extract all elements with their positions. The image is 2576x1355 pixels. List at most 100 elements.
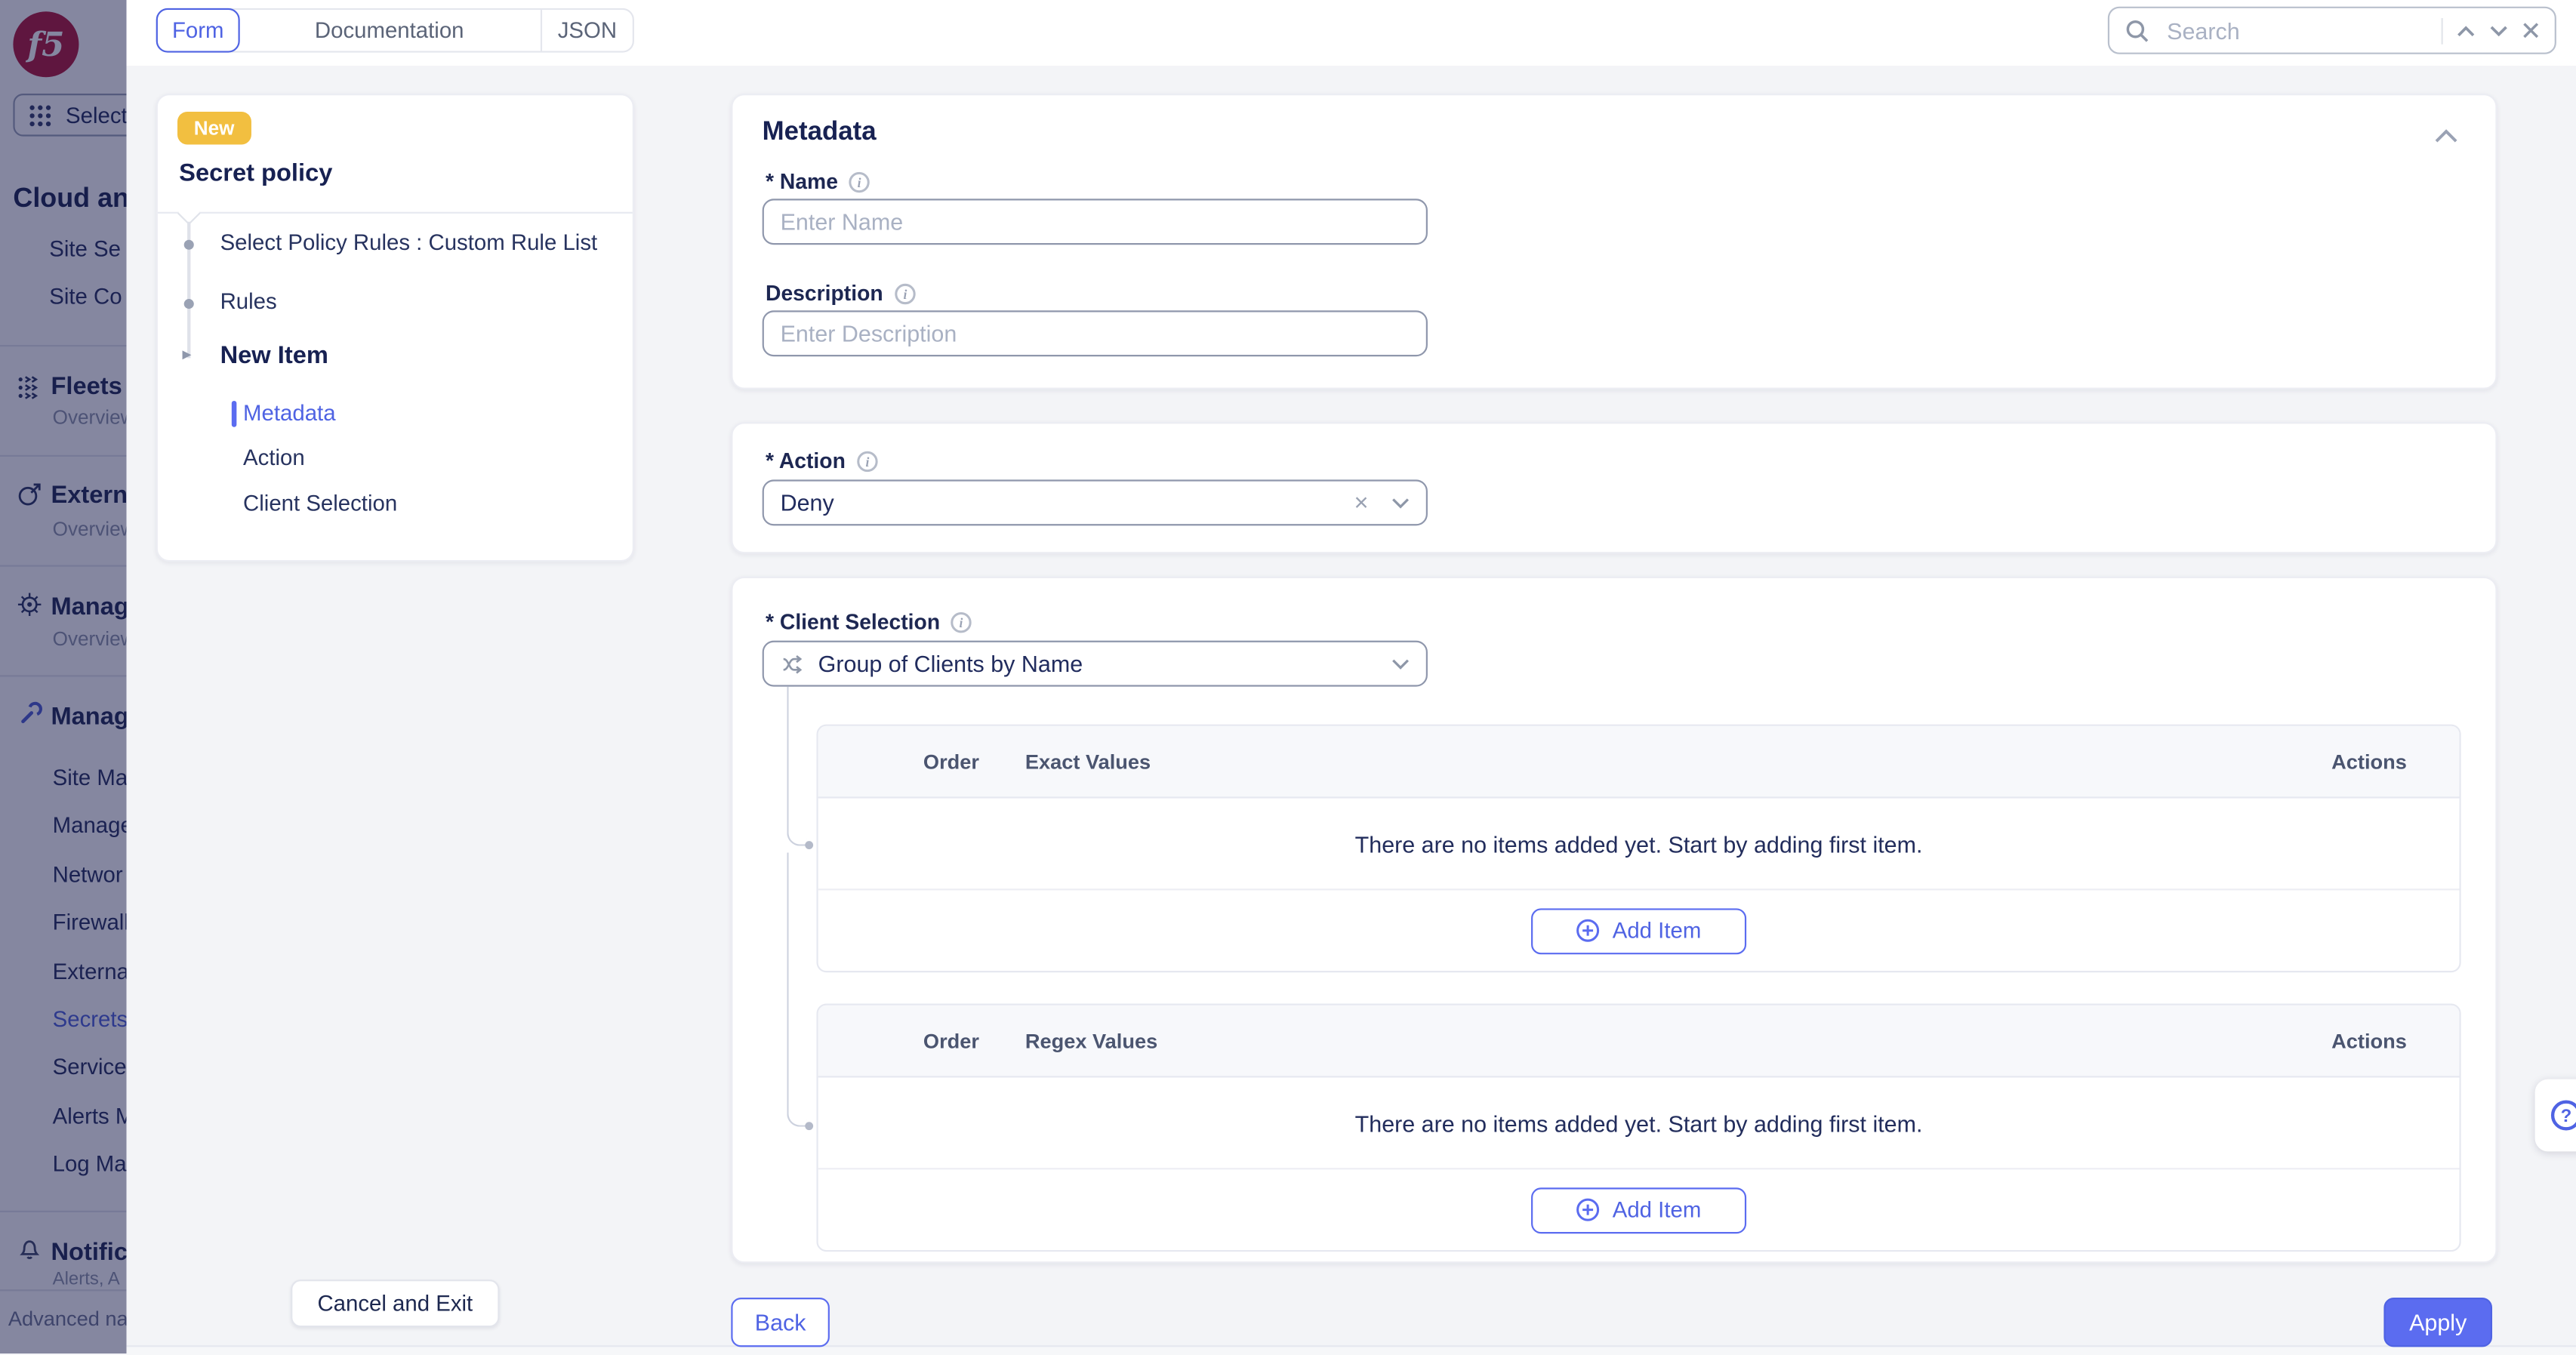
column-order: Order: [923, 1029, 1025, 1052]
client-selection-field-label: * Client Selection i: [766, 609, 973, 634]
action-field-label: * Action i: [766, 448, 878, 473]
branch-icon: [781, 651, 806, 676]
search-divider: [2442, 17, 2443, 44]
tab-json[interactable]: JSON: [541, 10, 633, 51]
sidebar-divider: [0, 1211, 127, 1212]
regex-values-table-header: Order Regex Values Actions: [818, 1005, 2460, 1078]
search-icon: [2125, 17, 2151, 44]
collapse-section-icon[interactable]: [2433, 123, 2460, 152]
wizard-title: Secret policy: [179, 159, 332, 187]
wizard-step-new-item[interactable]: New Item: [220, 342, 328, 370]
clear-selection-icon[interactable]: ×: [1354, 491, 1369, 516]
tab-documentation[interactable]: Documentation: [239, 10, 541, 51]
wizard-divider: [158, 212, 633, 214]
current-step-arrow-icon: ▸: [183, 343, 192, 365]
sidebar-item-log-management[interactable]: Log Ma: [53, 1150, 127, 1179]
description-input[interactable]: [763, 310, 1428, 356]
regex-values-table-footer: Add Item: [818, 1169, 2460, 1250]
metadata-section-title: Metadata: [763, 119, 877, 148]
wizard-panel: New Secret policy Select Policy Rules : …: [156, 94, 634, 562]
f5-logo-text: f5: [27, 25, 64, 64]
tab-form[interactable]: Form: [156, 8, 240, 53]
wizard-step-select-policy-rules[interactable]: Select Policy Rules : Custom Rule List: [220, 230, 598, 255]
nested-connector: [787, 687, 806, 846]
chevron-down-icon[interactable]: [1391, 497, 1410, 508]
add-item-label: Add Item: [1613, 1197, 1702, 1222]
advanced-nav-label[interactable]: Advanced nav: [8, 1307, 127, 1330]
action-select-value: Deny: [781, 489, 1342, 516]
sidebar-item-networking[interactable]: Networ: [53, 861, 123, 890]
search-prev-icon[interactable]: [2456, 24, 2476, 37]
wizard-substep-metadata[interactable]: Metadata: [243, 401, 336, 426]
regex-values-table: Order Regex Values Actions There are no …: [816, 1004, 2460, 1252]
search-next-icon[interactable]: [2489, 24, 2509, 37]
sidebar-group-external[interactable]: Extern: [51, 482, 126, 511]
regex-values-empty-message: There are no items added yet. Start by a…: [818, 1077, 2460, 1169]
name-label-text: * Name: [766, 169, 838, 194]
nested-connector: [787, 852, 806, 1126]
select-service-label: Select s: [66, 103, 127, 128]
name-field-label: * Name i: [766, 169, 870, 194]
sidebar-group-notifications[interactable]: Notific: [51, 1239, 126, 1268]
step-dot: [183, 299, 193, 309]
client-selection-select[interactable]: Group of Clients by Name: [763, 641, 1428, 687]
add-item-button[interactable]: Add Item: [1531, 1187, 1746, 1233]
info-icon[interactable]: i: [855, 449, 878, 472]
connector-dot: [805, 1121, 813, 1129]
sidebar-item-service[interactable]: Service: [53, 1053, 127, 1082]
client-selection-label-text: * Client Selection: [766, 609, 940, 634]
info-icon[interactable]: i: [950, 610, 972, 633]
client-selection-select-value: Group of Clients by Name: [818, 651, 1379, 677]
top-bar: Form Documentation JSON: [127, 0, 2576, 66]
search-close-icon[interactable]: [2522, 21, 2540, 39]
svg-text:i: i: [865, 454, 869, 469]
exact-values-table: Order Exact Values Actions There are no …: [816, 725, 2460, 973]
name-input[interactable]: [763, 199, 1428, 245]
select-service-button[interactable]: Select s: [13, 94, 126, 137]
sidebar-items: Site Se Site Co Fleets Overview: [0, 240, 127, 1353]
sidebar-item-manage[interactable]: Manage: [53, 811, 127, 841]
wizard-step-rules[interactable]: Rules: [220, 289, 277, 314]
metadata-section: Metadata * Name i Description i: [731, 94, 2497, 390]
back-button[interactable]: Back: [731, 1298, 830, 1347]
helm-icon: [17, 591, 43, 617]
sidebar-item-site-connectivity[interactable]: Site Co: [49, 282, 122, 312]
sidebar-item-external[interactable]: Externa: [53, 958, 127, 987]
screen: f5 Select s Cloud an Site Se Site Co: [0, 0, 2576, 1353]
sidebar-group-external-overview[interactable]: Overview: [53, 517, 127, 542]
f5-logo[interactable]: f5: [13, 11, 79, 77]
view-mode-tabs: Form Documentation JSON: [156, 8, 634, 53]
wizard-substep-action[interactable]: Action: [243, 445, 305, 470]
help-button[interactable]: ?: [2535, 1079, 2576, 1152]
sidebar-group-fleets[interactable]: Fleets: [51, 373, 122, 402]
sidebar-group-manage[interactable]: Manag: [51, 703, 126, 732]
sidebar-item-site-management[interactable]: Site Ma: [53, 764, 127, 793]
sidebar-item-secrets[interactable]: Secrets: [53, 1005, 127, 1035]
svg-text:i: i: [903, 286, 907, 301]
sidebar-item-firewall[interactable]: Firewall: [53, 908, 127, 938]
action-label-text: * Action: [766, 448, 846, 473]
chevron-down-icon[interactable]: [1391, 657, 1410, 669]
info-icon[interactable]: i: [848, 170, 870, 192]
apply-button[interactable]: Apply: [2383, 1298, 2492, 1347]
action-select[interactable]: Deny ×: [763, 479, 1428, 525]
svg-text:i: i: [858, 174, 861, 189]
sidebar-divider: [0, 345, 127, 346]
left-navigation: f5 Select s Cloud an Site Se Site Co: [0, 0, 127, 1353]
column-exact-values: Exact Values: [1025, 750, 1151, 772]
cancel-and-exit-button[interactable]: Cancel and Exit: [291, 1280, 499, 1327]
info-icon[interactable]: i: [893, 282, 916, 304]
sidebar-divider: [0, 1289, 127, 1291]
add-item-button[interactable]: Add Item: [1531, 907, 1746, 953]
sidebar-group-managed-overview[interactable]: Overview: [53, 627, 127, 652]
wizard-substep-client-selection[interactable]: Client Selection: [243, 491, 397, 516]
sidebar-item-alerts-management[interactable]: Alerts M: [53, 1102, 127, 1132]
sidebar-group-fleets-overview[interactable]: Overview: [53, 405, 127, 430]
search-input[interactable]: [2164, 16, 2428, 45]
exact-values-empty-message: There are no items added yet. Start by a…: [818, 799, 2460, 891]
sidebar-item-site-settings[interactable]: Site Se: [49, 240, 121, 265]
sidebar-group-managed[interactable]: Manag: [51, 593, 126, 623]
search-box: [2108, 7, 2556, 54]
action-section: * Action i Deny ×: [731, 422, 2497, 553]
column-regex-values: Regex Values: [1025, 1029, 1157, 1052]
